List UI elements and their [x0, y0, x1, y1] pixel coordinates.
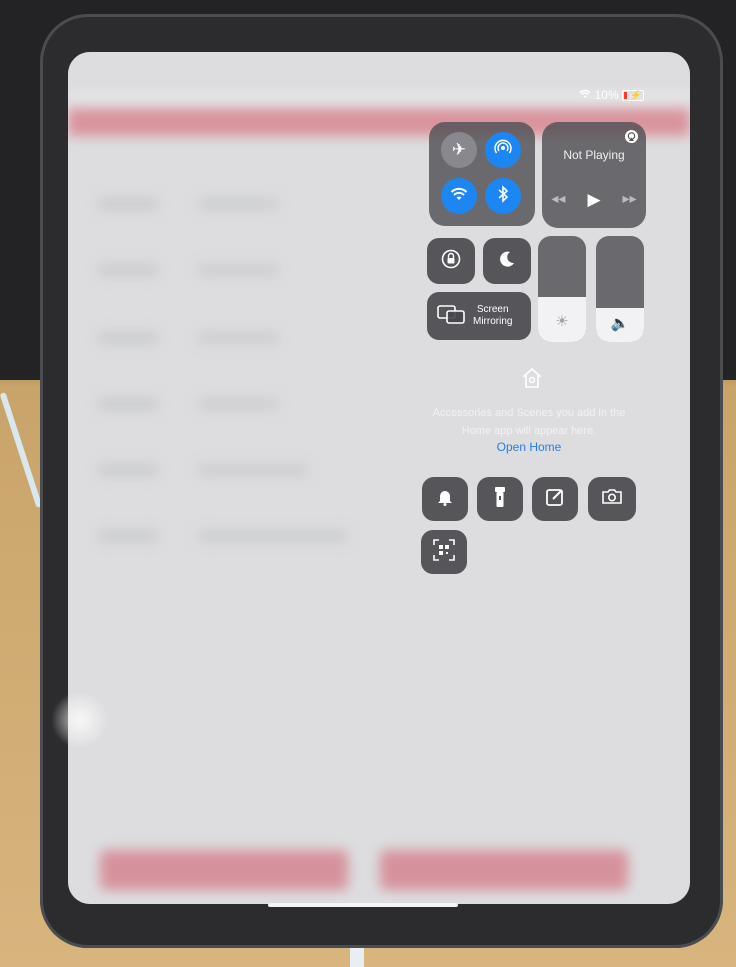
home-indicator[interactable]	[268, 903, 458, 907]
alarm-button[interactable]	[422, 477, 468, 521]
now-playing-panel[interactable]: Not Playing ◂◂ ▶ ▸▸	[542, 122, 646, 228]
bell-icon	[437, 488, 453, 511]
now-playing-title: Not Playing	[563, 148, 625, 162]
camera-button[interactable]	[588, 477, 636, 521]
airdrop-icon	[494, 139, 512, 162]
notes-button[interactable]	[532, 477, 578, 521]
fast-forward-icon[interactable]: ▸▸	[623, 190, 637, 210]
flashlight-button[interactable]	[477, 477, 523, 521]
qr-scanner-button[interactable]	[421, 530, 467, 574]
sun-icon: ☀	[555, 313, 569, 330]
rotation-lock-icon	[440, 248, 462, 275]
charging-cable	[0, 392, 43, 508]
bluetooth-icon	[497, 184, 509, 208]
airdrop-toggle[interactable]	[485, 132, 521, 168]
connectivity-panel: ✈	[429, 122, 535, 226]
airplane-mode-toggle[interactable]: ✈	[441, 132, 477, 168]
airplane-icon: ✈	[451, 140, 467, 159]
brightness-slider[interactable]: ☀	[538, 236, 586, 342]
qr-scanner-icon	[433, 538, 455, 566]
flashlight-icon	[494, 486, 506, 513]
screen-mirroring-icon	[437, 304, 465, 329]
home-icon	[520, 366, 544, 390]
wifi-icon	[579, 88, 594, 102]
bluetooth-toggle[interactable]	[485, 178, 521, 214]
speaker-icon: 🔈	[610, 315, 630, 332]
screen-mirroring-label-2: Mirroring	[473, 316, 513, 327]
status-bar: 10% ⚡	[579, 88, 644, 102]
airplay-icon[interactable]	[625, 130, 638, 143]
battery-percent: 10%	[594, 88, 619, 102]
wifi-icon	[450, 186, 468, 206]
notes-icon	[545, 487, 565, 512]
volume-slider[interactable]: 🔈	[596, 236, 644, 342]
screen-mirroring-button[interactable]: Screen Mirroring	[427, 292, 531, 340]
rewind-icon[interactable]: ◂◂	[551, 190, 565, 210]
camera-icon	[601, 488, 623, 510]
screen-mirroring-label-1: Screen	[476, 304, 509, 315]
playback-controls: ◂◂ ▶ ▸▸	[542, 190, 646, 210]
open-home-link[interactable]: Open Home	[430, 440, 628, 454]
play-icon[interactable]: ▶	[587, 190, 600, 210]
rotation-lock-button[interactable]	[427, 238, 475, 284]
battery-icon: ⚡	[622, 90, 644, 102]
screen-glare	[52, 690, 108, 750]
do-not-disturb-button[interactable]	[483, 238, 531, 284]
wifi-toggle[interactable]	[441, 178, 477, 214]
home-message: Accessories and Scenes you add in the Ho…	[432, 407, 626, 437]
moon-icon	[498, 250, 516, 273]
